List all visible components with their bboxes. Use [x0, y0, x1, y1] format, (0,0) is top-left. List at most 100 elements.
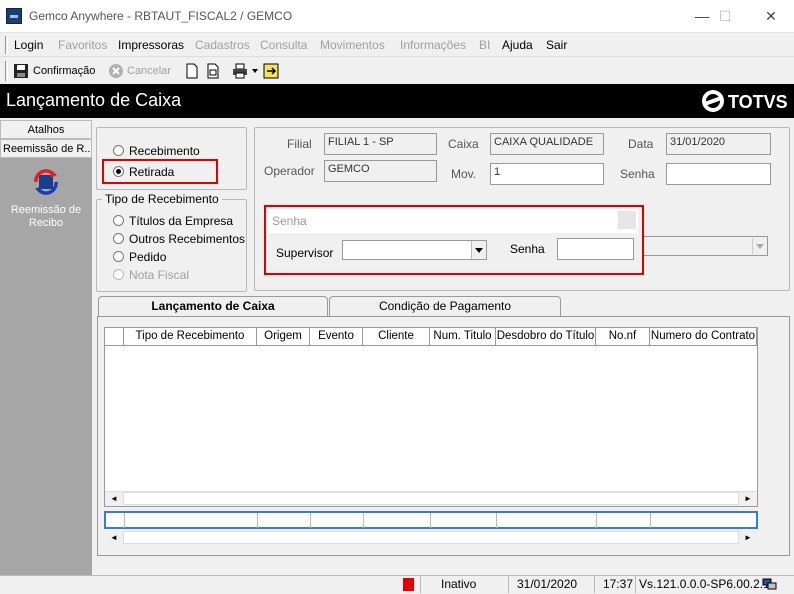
menu-movimentos[interactable]: Movimentos	[320, 38, 385, 52]
background-combo	[640, 236, 768, 256]
printer-dropdown-icon[interactable]	[252, 69, 258, 73]
col-origem[interactable]: Origem	[257, 328, 310, 346]
filial-field[interactable]: FILIAL 1 - SP	[324, 133, 437, 155]
status-text: Inativo	[420, 576, 508, 593]
radio-pedido-label[interactable]: Pedido	[129, 250, 166, 264]
senha-dialog-title: Senha	[272, 214, 307, 228]
menu-ajuda[interactable]: Ajuda	[502, 38, 533, 52]
refresh-receipt-icon[interactable]	[32, 168, 60, 196]
col-num-titulo[interactable]: Num. Titulo	[430, 328, 496, 346]
new-document-icon[interactable]	[184, 63, 200, 79]
totals-divider	[496, 513, 497, 528]
tab-atalhos[interactable]: Atalhos	[0, 120, 92, 139]
totals-divider	[124, 513, 125, 528]
col-no-nf[interactable]: No.nf	[596, 328, 650, 346]
totals-divider	[257, 513, 258, 528]
filial-label: Filial	[287, 137, 312, 151]
radio-recebimento[interactable]	[113, 145, 124, 156]
mov-field[interactable]: 1	[490, 163, 604, 185]
radio-outros-recebimentos-label[interactable]: Outros Recebimentos	[129, 232, 245, 246]
senha-dialog-close-icon[interactable]	[618, 211, 636, 229]
menu-sair[interactable]: Sair	[546, 38, 567, 52]
menu-impressoras[interactable]: Impressoras	[118, 38, 184, 52]
menu-favoritos[interactable]: Favoritos	[58, 38, 107, 52]
totals-scroll-left-icon[interactable]: ◄	[108, 532, 120, 544]
totals-divider	[430, 513, 431, 528]
operador-field[interactable]: GEMCO	[324, 160, 437, 182]
radio-recebimento-label[interactable]: Recebimento	[129, 144, 200, 158]
senha-field[interactable]	[666, 163, 771, 185]
operador-label: Operador	[264, 164, 315, 178]
supervisor-combo[interactable]	[342, 240, 487, 260]
maximize-button[interactable]: ☐	[702, 0, 748, 32]
totals-scroll-right-icon[interactable]: ►	[742, 532, 754, 544]
radio-nota-fiscal[interactable]	[113, 269, 124, 280]
data-field[interactable]: 31/01/2020	[666, 133, 771, 155]
col-numero-contrato[interactable]: Numero do Contrato	[650, 328, 757, 346]
network-status-icon	[762, 578, 778, 591]
col-tipo-recebimento[interactable]: Tipo de Recebimento	[124, 328, 257, 346]
supervisor-label: Supervisor	[276, 246, 334, 260]
cancel-button[interactable]: Cancelar	[127, 65, 171, 77]
dialog-senha-label: Senha	[510, 242, 545, 256]
col-evento[interactable]: Evento	[310, 328, 363, 346]
save-icon	[13, 63, 29, 79]
tipo-recebimento-title: Tipo de Recebimento	[102, 192, 222, 206]
totvs-logo: TOTVS	[700, 88, 790, 114]
totals-divider	[363, 513, 364, 528]
status-time: 17:37	[594, 576, 635, 593]
totals-divider	[596, 513, 597, 528]
grid-scroll-left-icon[interactable]: ◄	[108, 493, 120, 505]
menu-cadastros[interactable]: Cadastros	[195, 38, 250, 52]
col-desdobro-titulo[interactable]: Desdobro do Título	[496, 328, 596, 346]
open-document-icon[interactable]	[205, 63, 221, 79]
close-button[interactable]: ✕	[748, 0, 794, 32]
radio-retirada[interactable]	[113, 166, 124, 177]
data-label: Data	[628, 137, 654, 151]
menu-informacoes[interactable]: Informações	[400, 38, 466, 52]
printer-icon[interactable]	[232, 63, 248, 79]
mov-label: Mov.	[451, 167, 477, 181]
radio-pedido[interactable]	[113, 251, 124, 262]
cancel-icon	[108, 63, 124, 79]
tab-lancamento-caixa[interactable]: Lançamento de Caixa	[98, 296, 328, 317]
totals-row[interactable]	[104, 511, 758, 529]
app-icon	[6, 8, 22, 24]
tab-reemissao[interactable]: Reemissão de R...	[0, 139, 92, 158]
status-indicator	[403, 578, 414, 591]
caixa-label: Caixa	[448, 137, 479, 151]
grid	[104, 327, 758, 507]
confirm-button[interactable]: Confirmação	[33, 65, 95, 77]
grid-scroll-right-icon[interactable]: ►	[742, 493, 754, 505]
status-version: Vs.121.0.0.0-SP6.00.2.1	[635, 576, 770, 593]
menu-grip	[5, 36, 8, 54]
totals-divider	[650, 513, 651, 528]
radio-outros-recebimentos[interactable]	[113, 233, 124, 244]
radio-titulos-empresa[interactable]	[113, 215, 124, 226]
radio-nota-fiscal-label: Nota Fiscal	[129, 268, 190, 282]
totals-divider	[310, 513, 311, 528]
radio-titulos-empresa-label[interactable]: Títulos da Empresa	[129, 214, 233, 228]
exit-icon[interactable]	[263, 63, 279, 79]
menu-consulta[interactable]: Consulta	[260, 38, 307, 52]
grid-scroll-thumb[interactable]	[123, 492, 739, 505]
supervisor-dropdown-icon[interactable]	[471, 241, 486, 259]
status-date: 31/01/2020	[508, 576, 594, 593]
col-cliente[interactable]: Cliente	[363, 328, 430, 346]
dialog-senha-input[interactable]	[557, 238, 634, 260]
caixa-field[interactable]: CAIXA QUALIDADE	[490, 133, 604, 155]
page-title: Lançamento de Caixa	[6, 90, 182, 110]
menu-bi[interactable]: BI	[479, 38, 490, 52]
grid-row-header	[105, 328, 124, 346]
totals-scroll-thumb[interactable]	[123, 531, 739, 544]
toolbar-grip	[5, 61, 8, 81]
logo-text: TOTVS	[728, 92, 788, 112]
background-combo-arrow-icon	[752, 238, 766, 254]
tab-condicao-pagamento[interactable]: Condição de Pagamento	[329, 296, 561, 316]
menu-login[interactable]: Login	[14, 38, 43, 52]
window-title: Gemco Anywhere - RBTAUT_FISCAL2 / GEMCO	[29, 9, 293, 23]
senha-label: Senha	[620, 167, 655, 181]
shortcut-reemissao-recibo[interactable]: Reemissão de Recibo	[4, 204, 88, 230]
senha-dialog-titlebar	[268, 209, 638, 233]
radio-retirada-label[interactable]: Retirada	[129, 165, 174, 179]
